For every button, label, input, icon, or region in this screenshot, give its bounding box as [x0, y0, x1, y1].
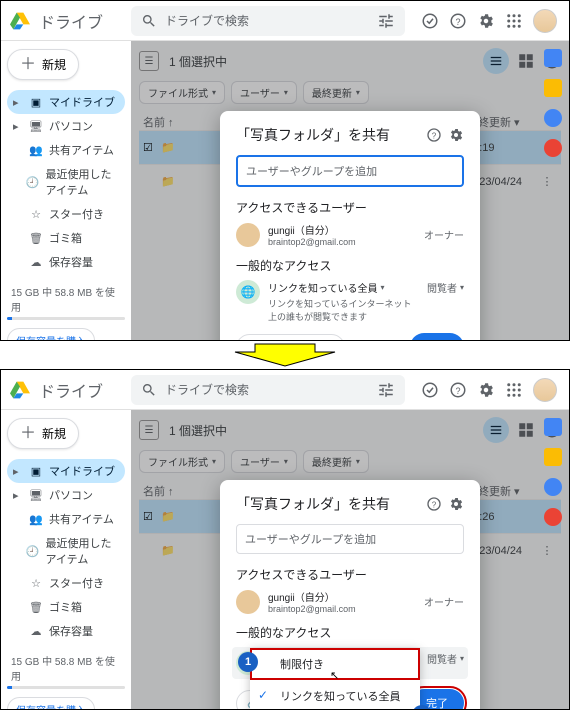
sidebar-item-trash[interactable]: 🗑ゴミ箱 — [7, 226, 125, 250]
tasks-icon[interactable] — [544, 109, 562, 127]
gear-icon[interactable] — [448, 496, 464, 512]
dialog-title: 「写真フォルダ」を共有 — [236, 494, 420, 514]
apps-icon[interactable] — [505, 381, 523, 399]
check-icon: ✓ — [258, 688, 268, 702]
sidebar-item-storage[interactable]: ☁保存容量 — [7, 619, 125, 643]
plus-icon: ＋ — [20, 57, 36, 73]
tune-icon[interactable] — [377, 381, 395, 399]
general-access-heading: 一般的なアクセス — [236, 257, 464, 274]
sidebar-item-mydrive[interactable]: ▸▣マイドライブ — [7, 90, 125, 114]
share-dialog: 「写真フォルダ」を共有 ? ユーザーやグループを追加 アクセスできるユーザー g… — [220, 111, 480, 341]
buy-storage-button[interactable]: 保存容量を購入 — [7, 697, 95, 710]
storage-bar — [7, 317, 125, 320]
keep-icon[interactable] — [544, 448, 562, 466]
sidebar: ＋新規 ▸▣マイドライブ ▸🖥パソコン 👥共有アイテム 🕘最近使用したアイテム … — [1, 410, 131, 709]
main-area: ☰ 1 個選択中 ファイル形式 ユーザー 最終更新 名前 ↑ オーナー 最終更新… — [131, 41, 569, 340]
search-placeholder: ドライブで検索 — [165, 12, 369, 29]
add-people-input[interactable]: ユーザーやグループを追加 — [236, 524, 464, 554]
new-button[interactable]: ＋新規 — [7, 49, 79, 80]
access-scope-dropdown[interactable]: リンクを知っている全員▾ — [268, 280, 385, 295]
dialog-title: 「写真フォルダ」を共有 — [236, 125, 420, 145]
storage-bar — [7, 686, 125, 689]
svg-text:?: ? — [432, 131, 437, 140]
drive-logo — [9, 11, 31, 31]
modal-overlay: 「写真フォルダ」を共有 ? ユーザーやグループを追加 アクセスできるユーザー g… — [131, 41, 569, 340]
contacts-icon[interactable] — [544, 508, 562, 526]
down-arrow — [0, 341, 570, 369]
annotation-marker-1: 1 — [238, 652, 258, 672]
search-placeholder: ドライブで検索 — [165, 381, 369, 398]
keep-icon[interactable] — [544, 79, 562, 97]
globe-icon: 🌐 — [236, 280, 260, 304]
addon-panel — [537, 41, 569, 157]
ready-icon[interactable] — [421, 12, 439, 30]
sidebar-item-trash[interactable]: 🗑ゴミ箱 — [7, 595, 125, 619]
role-dropdown[interactable]: 閲覧者 — [427, 651, 464, 666]
access-users-heading: アクセスできるユーザー — [236, 199, 464, 216]
sidebar-item-storage[interactable]: ☁保存容量 — [7, 250, 125, 274]
user-avatar — [236, 590, 260, 614]
general-access-heading: 一般的なアクセス — [236, 624, 464, 641]
new-button[interactable]: ＋新規 — [7, 418, 79, 449]
apps-icon[interactable] — [505, 12, 523, 30]
tasks-icon[interactable] — [544, 478, 562, 496]
gear-icon[interactable] — [477, 12, 495, 30]
sidebar-item-computers[interactable]: ▸🖥パソコン — [7, 483, 125, 507]
gear-icon[interactable] — [448, 127, 464, 143]
help-icon[interactable]: ? — [426, 127, 442, 143]
sidebar-item-shared[interactable]: 👥共有アイテム — [7, 507, 125, 531]
done-button[interactable]: 完了 — [410, 333, 464, 341]
storage-text: 15 GB 中 58.8 MB を使用 — [7, 653, 125, 683]
tune-icon[interactable] — [377, 12, 395, 30]
sidebar-item-recent[interactable]: 🕘最近使用したアイテム — [7, 162, 125, 202]
svg-text:?: ? — [432, 500, 437, 509]
main-area: ☰ 1 個選択中 ファイル形式 ユーザー 最終更新 名前 ↑ オーナー 最終更新… — [131, 410, 569, 709]
gear-icon[interactable] — [477, 381, 495, 399]
user-avatar — [236, 223, 260, 247]
svg-text:?: ? — [455, 385, 460, 395]
search-bar[interactable]: ドライブで検索 — [131, 6, 405, 36]
app-name: ドライブ — [39, 378, 103, 402]
storage-text: 15 GB 中 58.8 MB を使用 — [7, 284, 125, 314]
sidebar: ＋新規 ▸▣マイドライブ ▸🖥パソコン 👥共有アイテム 🕘最近使用したアイテム … — [1, 41, 131, 340]
search-bar[interactable]: ドライブで検索 — [131, 375, 405, 405]
help-icon[interactable]: ? — [426, 496, 442, 512]
search-icon — [141, 13, 157, 29]
calendar-icon[interactable] — [544, 49, 562, 67]
role-dropdown[interactable]: 閲覧者 — [427, 280, 464, 295]
buy-storage-button[interactable]: 保存容量を購入 — [7, 328, 95, 341]
svg-text:?: ? — [455, 16, 460, 26]
sidebar-item-mydrive[interactable]: ▸▣マイドライブ — [7, 459, 125, 483]
sidebar-item-computers[interactable]: ▸🖥パソコン — [7, 114, 125, 138]
account-avatar[interactable] — [533, 9, 557, 33]
scope-dropdown-menu: 制限付き ↖ ✓ リンクを知っている全員 — [250, 648, 420, 710]
calendar-icon[interactable] — [544, 418, 562, 436]
share-dialog: 「写真フォルダ」を共有 ? ユーザーやグループを追加 アクセスできるユーザー g… — [220, 480, 480, 710]
access-users-heading: アクセスできるユーザー — [236, 566, 464, 583]
app-name: ドライブ — [39, 9, 103, 33]
drive-logo — [9, 380, 31, 400]
search-icon — [141, 382, 157, 398]
add-people-input[interactable]: ユーザーやグループを追加 — [236, 155, 464, 187]
sidebar-item-shared[interactable]: 👥共有アイテム — [7, 138, 125, 162]
user-row: gungii（自分）braintop2@gmail.com オーナー — [236, 589, 464, 614]
modal-overlay: 「写真フォルダ」を共有 ? ユーザーやグループを追加 アクセスできるユーザー g… — [131, 410, 569, 709]
user-row: gungii（自分）braintop2@gmail.com オーナー — [236, 222, 464, 247]
account-avatar[interactable] — [533, 378, 557, 402]
contacts-icon[interactable] — [544, 139, 562, 157]
sidebar-item-recent[interactable]: 🕘最近使用したアイテム — [7, 531, 125, 571]
dropdown-item-anyone[interactable]: ✓ リンクを知っている全員 — [250, 680, 420, 710]
dropdown-item-restricted[interactable]: 制限付き ↖ — [250, 648, 420, 680]
ready-icon[interactable] — [421, 381, 439, 399]
copy-link-button[interactable]: 🔗リンクをコピー — [236, 334, 345, 342]
sidebar-item-starred[interactable]: ☆スター付き — [7, 202, 125, 226]
help-icon[interactable]: ? — [449, 12, 467, 30]
sidebar-item-starred[interactable]: ☆スター付き — [7, 571, 125, 595]
help-icon[interactable]: ? — [449, 381, 467, 399]
addon-panel — [537, 410, 569, 526]
